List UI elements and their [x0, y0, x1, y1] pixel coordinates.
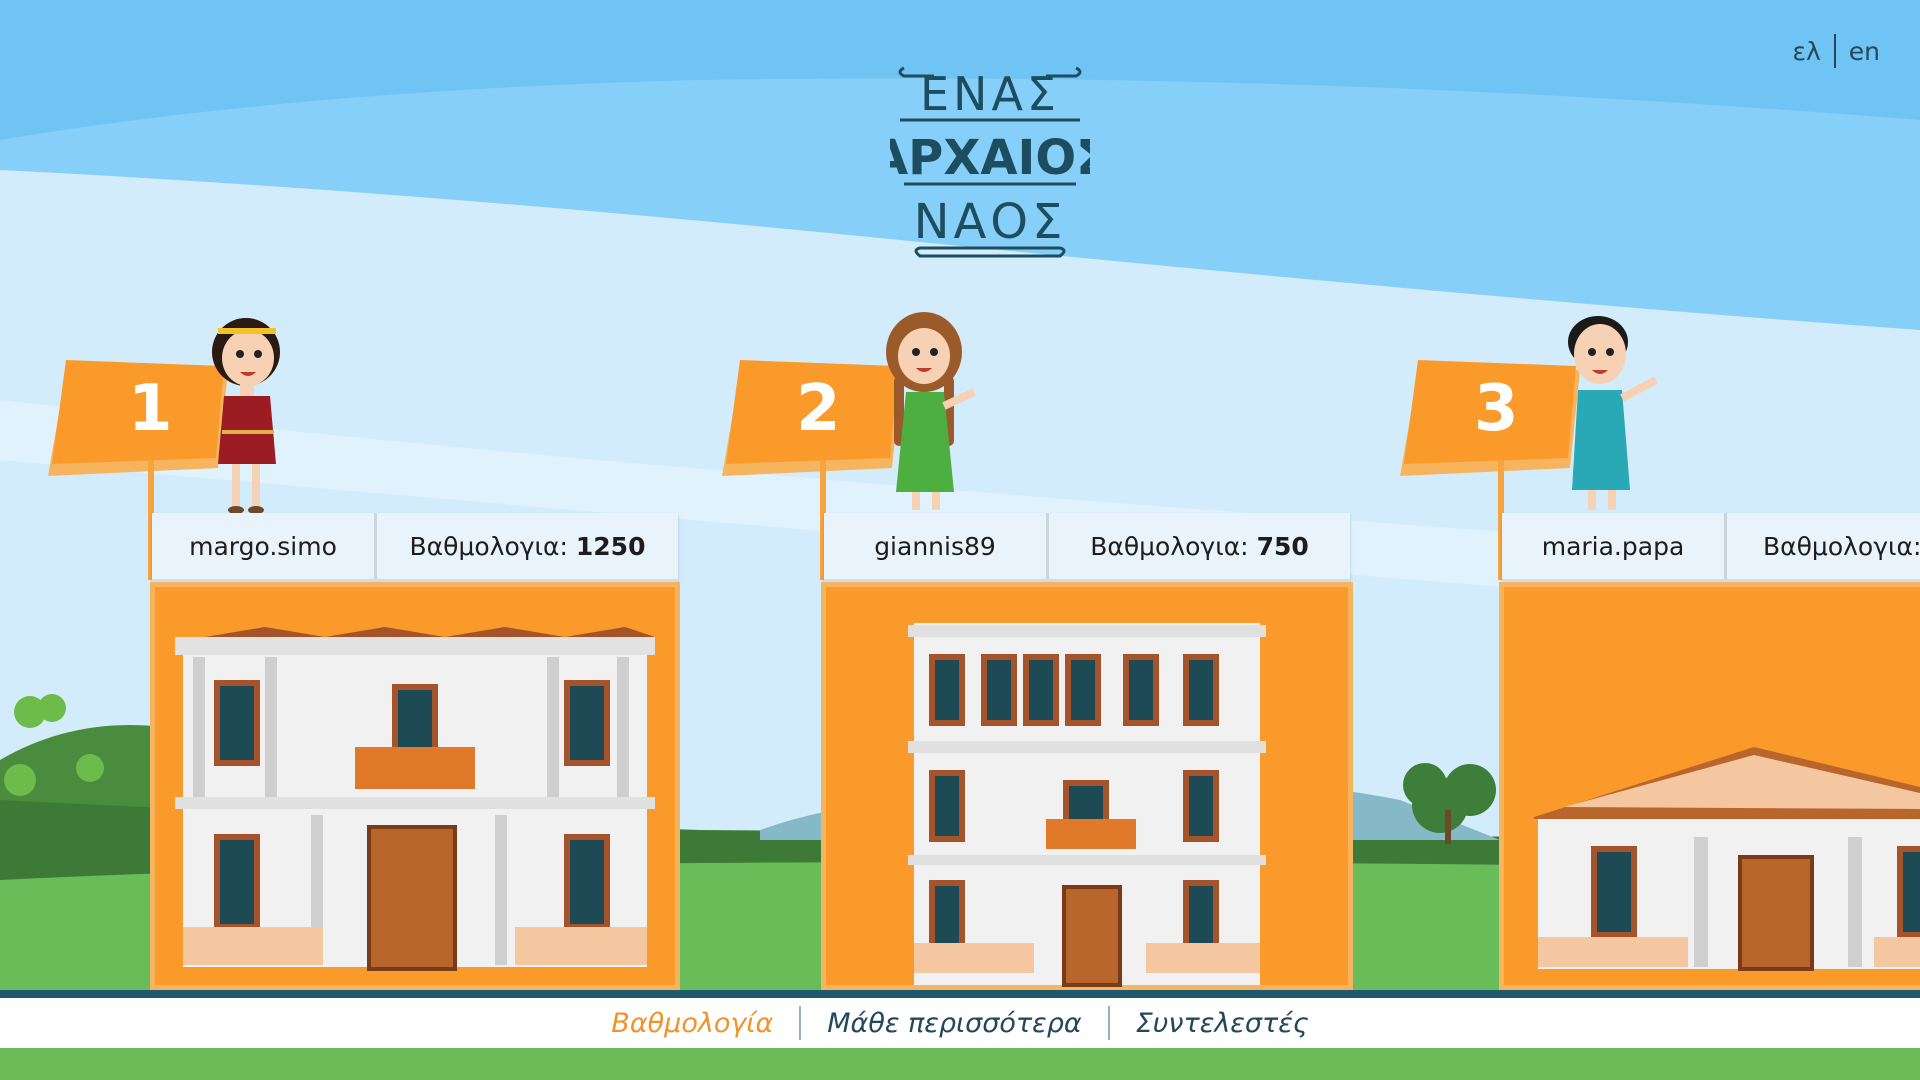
player-username: giannis89	[824, 513, 1049, 579]
player-info-bar-3: maria.papa Βαθμολογια:	[1502, 513, 1920, 582]
footer-nav: Βαθμολογία Μάθε περισσότερα Συντελεστές	[0, 998, 1920, 1048]
logo-line-3: ΝΑΟΣ	[914, 194, 1067, 250]
player-username: maria.papa	[1502, 513, 1727, 579]
building-card-2[interactable]	[821, 582, 1353, 990]
character-girl-red-icon	[212, 318, 280, 514]
footer-link-credits[interactable]: Συντελεστές	[1110, 1008, 1335, 1039]
building-card-1[interactable]	[150, 582, 680, 990]
building-card-3[interactable]	[1499, 582, 1920, 990]
footer-link-learn-more[interactable]: Μάθε περισσότερα	[801, 1008, 1107, 1039]
player-score: Βαθμολογια: 1250	[377, 513, 678, 579]
score-label: Βαθμολογια:	[1763, 531, 1920, 561]
lang-divider	[1833, 34, 1836, 68]
player-username: margo.simo	[152, 513, 377, 579]
rank-number-1: 1	[128, 372, 173, 446]
player-info-bar-1: margo.simo Βαθμολογια: 1250	[152, 513, 678, 582]
footer-link-leaderboard[interactable]: Βαθμολογία	[585, 1008, 799, 1039]
player-info-bar-2: giannis89 Βαθμολογια: 750	[824, 513, 1350, 582]
footer-top-strip	[0, 990, 1920, 998]
score-label: Βαθμολογια:	[1090, 531, 1249, 561]
building-townhouse-icon	[908, 623, 1266, 987]
lang-en-link[interactable]: en	[1849, 37, 1880, 66]
score-value: 750	[1256, 531, 1309, 561]
language-switch: ελ en	[1792, 34, 1880, 68]
rank-number-3: 3	[1474, 372, 1519, 446]
game-logo: ΕΝΑΣ ΑΡΧΑΙΟΣ ΝΑΟΣ	[890, 66, 1090, 258]
building-temple-icon	[1534, 747, 1920, 971]
score-value: 1250	[575, 531, 646, 561]
logo-line-2: ΑΡΧΑΙΟΣ	[890, 130, 1090, 186]
score-label: Βαθμολογια:	[409, 531, 568, 561]
character-boy-teal-icon	[1568, 316, 1658, 510]
character-girl-green-icon	[886, 312, 976, 510]
player-score: Βαθμολογια: 750	[1049, 513, 1350, 579]
lang-el-link[interactable]: ελ	[1792, 37, 1820, 66]
player-score: Βαθμολογια:	[1727, 513, 1920, 579]
footer-grass-strip	[0, 1048, 1920, 1080]
logo-line-1: ΕΝΑΣ	[920, 67, 1060, 121]
rank-number-2: 2	[796, 372, 841, 446]
building-mansion-icon	[175, 627, 655, 971]
